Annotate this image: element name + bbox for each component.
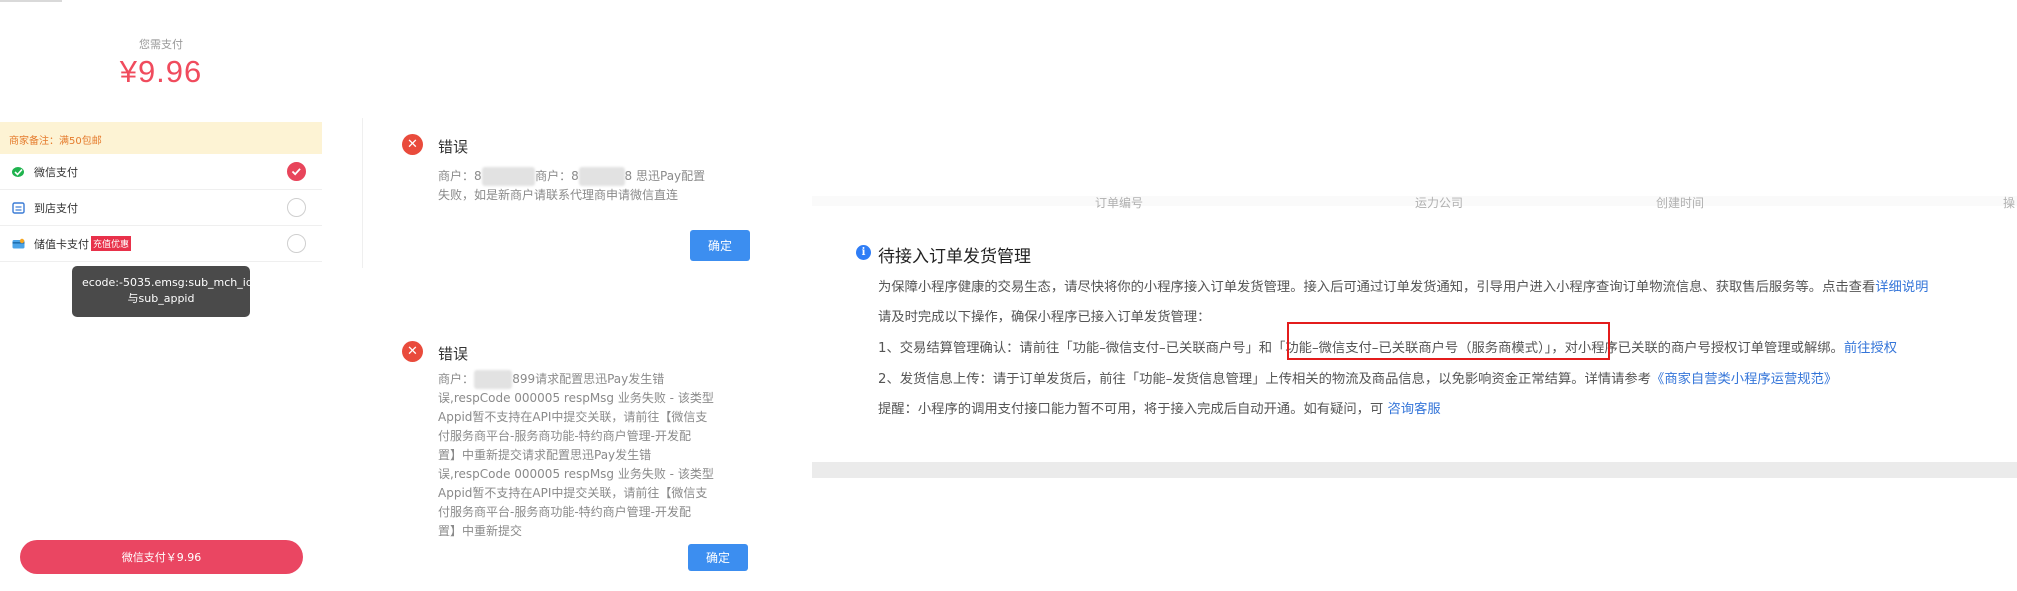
error-line: 商户：8 [535,169,579,183]
column-header: 订单编号 [1095,196,1144,210]
wechat-pay-button[interactable]: 微信支付￥9.96 [20,540,303,574]
error-line: 置】中重新提交请求配置思迅Pay发生错 [438,448,652,462]
contact-support-link[interactable]: 咨询客服 [1388,402,1441,417]
unselected-radio[interactable] [287,234,306,253]
store-pay-icon [12,202,25,214]
step-2: 2、发货信息上传：请于订单发货后，前往「功能–发货信息管理」上传相关的物流及商品… [878,368,1837,387]
error-line: 8 思迅Pay配置 [624,169,706,183]
check-icon [291,168,301,176]
error-line: 商户：8 [438,169,482,183]
selected-radio[interactable] [287,162,306,181]
error-title: 错误 [438,345,469,363]
error-message: 商户：80000000商户：80000008 思迅Pay配置 失败，如是新商户请… [438,167,750,205]
stored-card-icon [12,238,25,249]
pay-method-label: 到店支付 [34,202,78,215]
details-link[interactable]: 详细说明 [1875,280,1928,295]
error-line: 置】中重新提交 [438,524,523,538]
top-divider [0,0,62,2]
intro-paragraph: 为保障小程序健康的交易生态，请尽快将你的小程序接入订单发货管理。接入后可通过订单… [878,276,1928,295]
error-line: 899请求配置思迅Pay发生错 [512,372,665,386]
pay-method-wechat[interactable]: 微信支付 [0,154,322,190]
error-line: 商户： [438,372,475,386]
error-line: 付服务商平台-服务商功能-特约商户管理-开发配 [438,505,691,519]
pay-method-store[interactable]: 到店支付 [0,190,322,226]
highlight-box [1287,322,1610,360]
promo-badge: 充值优惠 [91,236,132,251]
error-line: 误,respCode 000005 respMsg 业务失败 - 该类型 [438,391,714,405]
error-icon: ✕ [402,341,423,362]
guidelines-link[interactable]: 《商家自营类小程序运营规范》 [1651,372,1837,387]
error-line: Appid暂不支持在API中提交关联，请前往【微信支 [438,410,708,424]
dialog-edge [362,118,363,268]
redacted-text: 0000000 [481,167,536,186]
step-2-text: 2、发货信息上传：请于订单发货后，前往「功能–发货信息管理」上传相关的物流及商品… [878,372,1652,387]
pay-method-label: 储值卡支付 充值优惠 [34,236,132,252]
footer-strip [812,462,2017,478]
unselected-radio[interactable] [287,198,306,217]
instruction-line: 请及时完成以下操作，确保小程序已接入订单发货管理： [878,310,1211,325]
pay-amount: ¥9.96 [119,54,203,89]
column-header: 运力公司 [1415,196,1464,210]
confirm-button[interactable]: 确定 [688,544,748,571]
wechat-pay-icon [12,167,24,177]
error-line: 付服务商平台-服务商功能-特约商户管理-开发配 [438,429,691,443]
step-1-text: 1、交易结算管理确认：请前往「功能–微信支付–已关联商户号」和 [878,341,1273,356]
reminder: 提醒：小程序的调用支付接口能力暂不可用，将于接入完成后自动开通。如有疑问，可 咨… [878,398,1441,417]
column-header: 操 [2003,196,2016,210]
intro-text: 为保障小程序健康的交易生态，请尽快将你的小程序接入订单发货管理。接入后可通过订单… [878,280,1876,295]
pay-amount-label: 您需支付 [139,38,183,51]
error-message: 商户：00000899请求配置思迅Pay发生错 误,respCode 00000… [438,370,758,541]
redacted-text: 000000 [578,167,625,186]
pay-method-stored-card[interactable]: 储值卡支付 充值优惠 [0,226,322,262]
error-line: 失败，如是新商户请联系代理商申请微信直连 [438,188,679,202]
redacted-text: 00000 [474,370,513,389]
column-header: 创建时间 [1656,196,1705,210]
authorize-link[interactable]: 前往授权 [1844,341,1897,356]
error-line: 误,respCode 000005 respMsg 业务失败 - 该类型 [438,467,714,481]
confirm-button[interactable]: 确定 [690,230,750,261]
info-icon: i [856,245,871,260]
pay-method-label: 微信支付 [34,166,78,179]
merchant-notice: 商家备注：满50包邮 [0,122,322,154]
error-line: Appid暂不支持在API中提交关联，请前往【微信支 [438,486,708,500]
payment-panel: 您需支付 ¥9.96 商家备注：满50包邮 微信支付 到店支付 储值卡支付 充值优… [0,0,322,591]
error-title: 错误 [438,138,469,156]
section-title: 待接入订单发货管理 [878,247,1031,267]
stored-card-name: 储值卡支付 [34,238,89,251]
error-toast: ecode:-5035.emsg:sub_mch_id与sub_appid [72,266,253,317]
reminder-text: 提醒：小程序的调用支付接口能力暂不可用，将于接入完成后自动开通。如有疑问，可 [878,402,1384,417]
error-icon: ✕ [402,134,423,155]
